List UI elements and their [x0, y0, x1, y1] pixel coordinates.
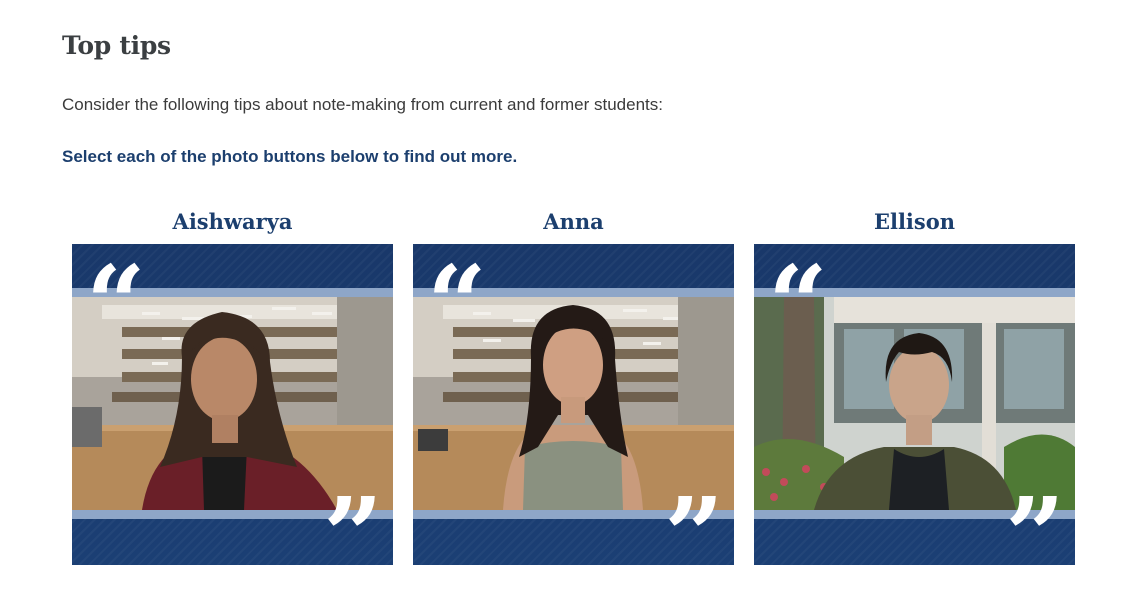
open-quote-icon: “: [768, 244, 828, 365]
student-card-aishwarya: Aishwarya “ ”: [72, 204, 393, 565]
student-cards: Aishwarya “ ” Anna “ ” Ellison “ ”: [72, 204, 1075, 565]
student-name: Aishwarya: [172, 209, 293, 234]
student-name: Anna: [543, 209, 604, 234]
main-content: Top tips Consider the following tips abo…: [62, 28, 1082, 169]
photo-button-ellison[interactable]: “ ”: [754, 244, 1075, 565]
student-card-anna: Anna “ ”: [413, 204, 734, 565]
photo-button-anna[interactable]: “ ”: [413, 244, 734, 565]
instruction-text: Select each of the photo buttons below t…: [62, 147, 518, 166]
close-quote-icon: ”: [323, 474, 383, 566]
photo-button-aishwarya[interactable]: “ ”: [72, 244, 393, 565]
open-quote-icon: “: [86, 244, 146, 365]
student-card-ellison: Ellison “ ”: [754, 204, 1075, 565]
close-quote-icon: ”: [1005, 474, 1065, 566]
page-title: Top tips: [62, 31, 171, 60]
open-quote-icon: “: [427, 244, 487, 365]
student-name: Ellison: [873, 209, 956, 234]
close-quote-icon: ”: [664, 474, 724, 566]
intro-text: Consider the following tips about note-m…: [62, 95, 663, 114]
